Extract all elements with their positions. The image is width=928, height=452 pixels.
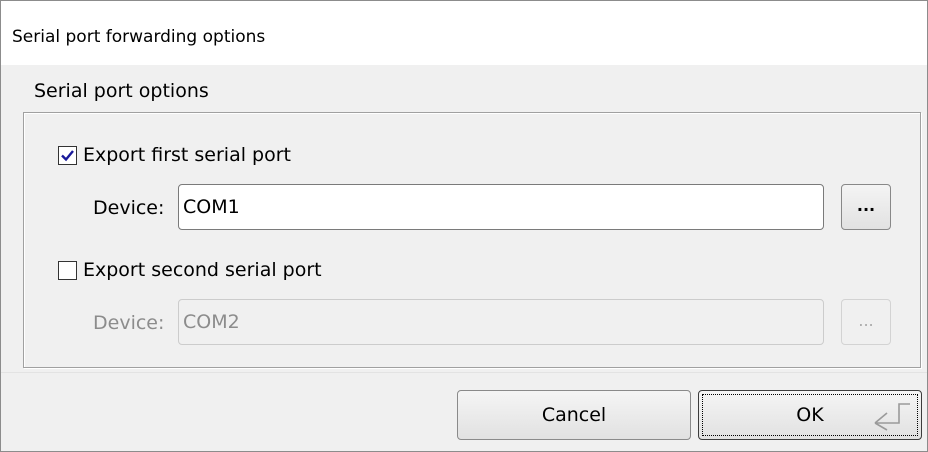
first-device-input[interactable]: COM1 bbox=[178, 184, 824, 230]
second-device-value: COM2 bbox=[183, 311, 240, 333]
first-browse-label: ... bbox=[856, 195, 876, 215]
enter-key-icon bbox=[874, 403, 910, 431]
export-second-checkbox-row[interactable]: Export second serial port bbox=[58, 259, 322, 281]
second-device-input[interactable]: COM2 bbox=[178, 299, 824, 345]
second-device-browse-button[interactable]: ... bbox=[841, 299, 891, 345]
export-first-checkbox-row[interactable]: Export first serial port bbox=[58, 144, 291, 166]
first-device-browse-button[interactable]: ... bbox=[841, 184, 891, 230]
groupbox-label: Serial port options bbox=[34, 80, 209, 102]
ok-label: OK bbox=[796, 404, 824, 426]
export-first-checkbox[interactable] bbox=[58, 145, 77, 165]
ok-button[interactable]: OK bbox=[698, 390, 922, 440]
export-first-label: Export first serial port bbox=[83, 144, 291, 166]
second-device-label: Device: bbox=[93, 312, 165, 334]
second-browse-label: ... bbox=[858, 310, 874, 330]
title-bar: Serial port forwarding options bbox=[1, 1, 927, 65]
cancel-label: Cancel bbox=[541, 404, 607, 426]
export-second-checkbox[interactable] bbox=[58, 260, 77, 280]
cancel-button[interactable]: Cancel bbox=[457, 390, 691, 440]
export-second-label: Export second serial port bbox=[83, 259, 322, 281]
first-device-value: COM1 bbox=[183, 196, 240, 218]
checkmark-icon bbox=[61, 149, 74, 161]
button-separator bbox=[1, 372, 927, 373]
dialog-title: Serial port forwarding options bbox=[12, 27, 266, 47]
first-device-label: Device: bbox=[93, 197, 165, 219]
dialog-window: Serial port forwarding options Serial po… bbox=[0, 0, 928, 452]
